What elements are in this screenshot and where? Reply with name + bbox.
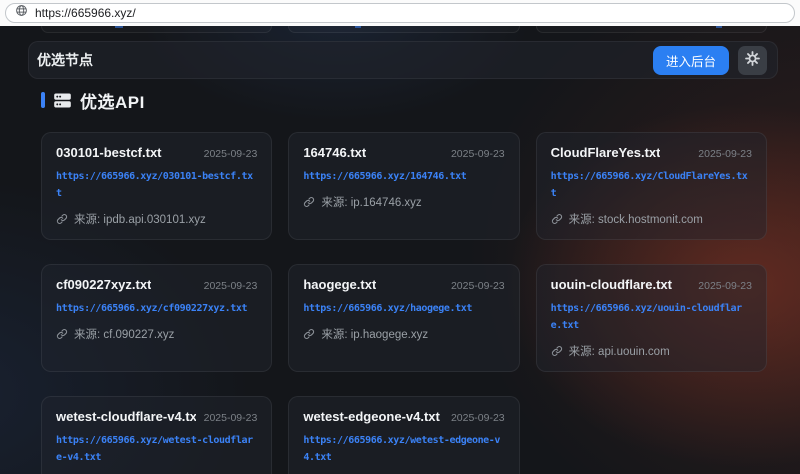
file-name: CloudFlareYes.txt <box>551 145 661 160</box>
api-card: CloudFlareYes.txt 2025-09-23 https://665… <box>536 132 767 240</box>
file-source: 来源: stock.hostmonit.com <box>551 211 752 227</box>
page-background: 优选节点 进入后台 优选API 0 <box>0 26 800 474</box>
link-icon <box>303 328 315 340</box>
link-icon <box>56 328 68 340</box>
gear-icon <box>744 50 761 70</box>
settings-button[interactable] <box>738 46 767 75</box>
source-text: 来源: stock.hostmonit.com <box>569 211 703 227</box>
file-date: 2025-09-23 <box>451 412 505 424</box>
cut-off-link-fragment <box>355 26 361 28</box>
file-name: 030101-bestcf.txt <box>56 145 162 160</box>
source-text: 来源: ip.164746.xyz <box>321 194 421 210</box>
file-url-link[interactable]: https://665966.xyz/uouin-cloudflare.txt <box>551 300 752 334</box>
header-bar: 优选节点 进入后台 <box>28 41 778 79</box>
file-source: 来源: ip.haogege.xyz <box>303 326 504 342</box>
file-name: 164746.txt <box>303 145 366 160</box>
cut-off-link-fragment <box>716 26 722 28</box>
file-source: 来源: api.uouin.com <box>551 343 752 359</box>
api-card: 164746.txt 2025-09-23 https://665966.xyz… <box>288 132 519 240</box>
file-url-link[interactable]: https://665966.xyz/030101-bestcf.txt <box>56 168 257 202</box>
file-name: wetest-edgeone-v4.txt <box>303 409 440 424</box>
source-text: 来源: cf.090227.xyz <box>74 326 174 342</box>
section-title: 优选API <box>80 88 145 113</box>
file-date: 2025-09-23 <box>698 280 752 292</box>
file-date: 2025-09-23 <box>204 412 258 424</box>
file-date: 2025-09-23 <box>451 148 505 160</box>
browser-chrome: https://665966.xyz/ <box>0 0 800 26</box>
server-icon <box>53 91 72 110</box>
cut-off-card <box>41 26 272 33</box>
file-url-link[interactable]: https://665966.xyz/cf090227xyz.txt <box>56 300 257 317</box>
file-source: 来源: ip.164746.xyz <box>303 194 504 210</box>
api-card: uouin-cloudflare.txt 2025-09-23 https://… <box>536 264 767 372</box>
file-date: 2025-09-23 <box>698 148 752 160</box>
file-name: uouin-cloudflare.txt <box>551 277 672 292</box>
api-card-grid: 030101-bestcf.txt 2025-09-23 https://665… <box>41 132 767 474</box>
cut-off-cards <box>41 26 767 33</box>
file-name: cf090227xyz.txt <box>56 277 151 292</box>
file-url-link[interactable]: https://665966.xyz/164746.txt <box>303 168 504 185</box>
api-card: wetest-edgeone-v4.txt 2025-09-23 https:/… <box>288 396 519 474</box>
file-date: 2025-09-23 <box>451 280 505 292</box>
link-icon <box>303 196 315 208</box>
source-text: 来源: api.uouin.com <box>569 343 670 359</box>
file-url-link[interactable]: https://665966.xyz/CloudFlareYes.txt <box>551 168 752 202</box>
file-url-link[interactable]: https://665966.xyz/wetest-cloudflare-v4.… <box>56 432 257 466</box>
api-card: cf090227xyz.txt 2025-09-23 https://66596… <box>41 264 272 372</box>
file-url-link[interactable]: https://665966.xyz/wetest-edgeone-v4.txt <box>303 432 504 466</box>
file-source: 来源: ipdb.api.030101.xyz <box>56 211 257 227</box>
link-icon <box>56 213 68 225</box>
link-icon <box>551 345 563 357</box>
cut-off-link-fragment <box>115 26 123 28</box>
page-title: 优选节点 <box>37 50 93 70</box>
cut-off-card <box>536 26 767 33</box>
file-date: 2025-09-23 <box>204 280 258 292</box>
api-card: wetest-cloudflare-v4.txt 2025-09-23 http… <box>41 396 272 474</box>
file-url-link[interactable]: https://665966.xyz/haogege.txt <box>303 300 504 317</box>
source-text: 来源: ip.haogege.xyz <box>321 326 428 342</box>
link-icon <box>551 213 563 225</box>
file-source: 来源: cf.090227.xyz <box>56 326 257 342</box>
file-name: wetest-cloudflare-v4.txt <box>56 409 196 424</box>
cut-off-card <box>288 26 519 33</box>
source-text: 来源: ipdb.api.030101.xyz <box>74 211 206 227</box>
api-card: 030101-bestcf.txt 2025-09-23 https://665… <box>41 132 272 240</box>
file-name: haogege.txt <box>303 277 376 292</box>
accent-bar <box>41 92 45 108</box>
address-bar[interactable]: https://665966.xyz/ <box>5 3 795 23</box>
api-card: haogege.txt 2025-09-23 https://665966.xy… <box>288 264 519 372</box>
url-text[interactable]: https://665966.xyz/ <box>35 6 136 20</box>
globe-icon <box>15 4 28 22</box>
section-heading: 优选API <box>41 88 800 112</box>
file-date: 2025-09-23 <box>204 148 258 160</box>
enter-admin-button[interactable]: 进入后台 <box>653 46 729 75</box>
